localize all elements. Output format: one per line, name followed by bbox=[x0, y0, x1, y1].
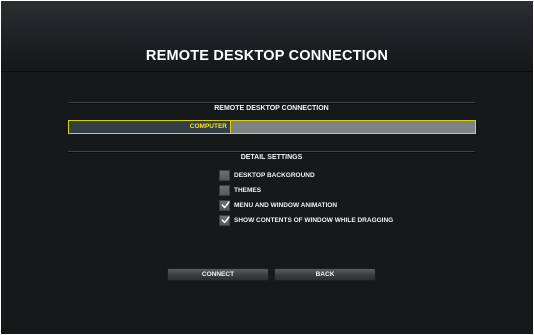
divider bbox=[68, 151, 475, 153]
option-label: THEMES bbox=[234, 186, 262, 194]
page-title: REMOTE DESKTOP CONNECTION bbox=[145, 48, 389, 64]
option-desktop-background[interactable]: DESKTOP BACKGROUND bbox=[219, 169, 315, 181]
connection-section-heading: REMOTE DESKTOP CONNECTION bbox=[214, 105, 329, 112]
check-icon bbox=[221, 215, 230, 223]
show-window-contents-checkbox[interactable] bbox=[219, 214, 230, 226]
option-label: MENU AND WINDOW ANIMATION bbox=[234, 201, 338, 209]
remote-desktop-screen: REMOTE DESKTOP CONNECTION REMOTE DESKTOP… bbox=[1, 1, 533, 334]
desktop-background-checkbox[interactable] bbox=[219, 169, 230, 181]
computer-field[interactable]: COMPUTER bbox=[68, 120, 476, 134]
check-icon bbox=[221, 200, 230, 208]
option-menu-window-animation[interactable]: MENU AND WINDOW ANIMATION bbox=[219, 199, 337, 211]
title-bar: REMOTE DESKTOP CONNECTION bbox=[1, 1, 533, 72]
themes-checkbox[interactable] bbox=[219, 184, 230, 196]
option-show-window-contents[interactable]: SHOW CONTENTS OF WINDOW WHILE DRAGGING bbox=[219, 214, 393, 226]
detail-settings-heading: DETAIL SETTINGS bbox=[240, 154, 303, 161]
menu-window-animation-checkbox[interactable] bbox=[219, 199, 230, 211]
computer-input[interactable] bbox=[232, 121, 475, 133]
option-label: SHOW CONTENTS OF WINDOW WHILE DRAGGING bbox=[234, 216, 394, 224]
option-label: DESKTOP BACKGROUND bbox=[234, 171, 315, 179]
computer-field-label: COMPUTER bbox=[69, 121, 231, 133]
option-themes[interactable]: THEMES bbox=[219, 184, 261, 196]
connect-button[interactable]: CONNECT bbox=[167, 268, 269, 281]
back-button[interactable]: BACK bbox=[274, 268, 376, 281]
divider bbox=[68, 102, 475, 104]
